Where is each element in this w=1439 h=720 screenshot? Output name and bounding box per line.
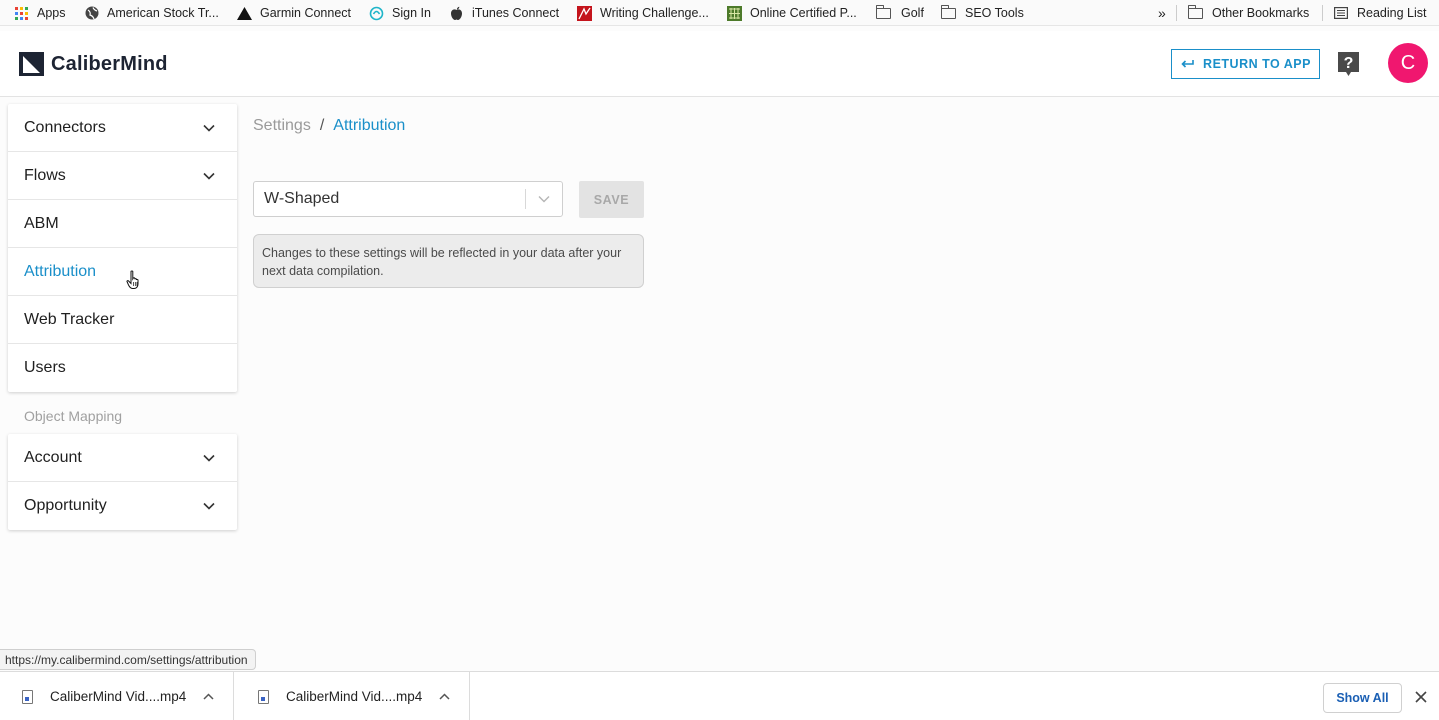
- bookmark-folder-golf[interactable]: Golf: [875, 0, 924, 26]
- return-arrow-icon: [1180, 56, 1194, 72]
- apps-grid-icon: [14, 6, 29, 21]
- sidebar-item-attribution[interactable]: Attribution: [8, 248, 237, 296]
- garmin-triangle-icon: [237, 6, 252, 21]
- chevron-down-icon: [201, 498, 217, 514]
- reading-list-icon: [1333, 6, 1348, 21]
- sign-in-swirl-icon: [369, 6, 384, 21]
- reading-list-button[interactable]: Reading List: [1333, 0, 1427, 26]
- globe-icon: [84, 6, 99, 21]
- show-all-downloads-button[interactable]: Show All: [1323, 683, 1402, 713]
- avatar[interactable]: C: [1388, 43, 1428, 83]
- svg-text:?: ?: [1344, 55, 1354, 72]
- sidebar-item-account[interactable]: Account: [8, 434, 237, 482]
- sidebar-item-web-tracker[interactable]: Web Tracker: [8, 296, 237, 344]
- sidebar-item-label: ABM: [24, 214, 59, 232]
- bookmarks-divider: [1176, 5, 1177, 21]
- app-header: CaliberMind RETURN TO APP ? C: [0, 31, 1439, 97]
- bookmark-label: Online Certified P...: [750, 6, 857, 20]
- chevron-up-icon[interactable]: [201, 693, 215, 700]
- settings-notice: Changes to these settings will be reflec…: [253, 234, 644, 288]
- bookmark-label: Garmin Connect: [260, 6, 352, 20]
- status-bar-url: https://my.calibermind.com/settings/attr…: [0, 649, 256, 670]
- avatar-letter: C: [1400, 51, 1416, 74]
- bookmark-garmin[interactable]: Garmin Connect: [237, 0, 351, 26]
- sidebar-item-abm[interactable]: ABM: [8, 200, 237, 248]
- return-to-app-button[interactable]: RETURN TO APP: [1171, 49, 1320, 79]
- bookmarks-overflow-button[interactable]: »: [1158, 0, 1166, 26]
- bookmark-sign-in[interactable]: Sign In: [369, 0, 431, 26]
- certified-icon: [727, 5, 742, 21]
- bookmark-apps[interactable]: Apps: [14, 0, 66, 26]
- bookmark-other-bookmarks[interactable]: Other Bookmarks: [1187, 0, 1310, 26]
- attribution-model-value: W-Shaped: [264, 190, 340, 207]
- sidebar-object-mapping-nav: Account Opportunity: [8, 434, 237, 530]
- hand-pointer-cursor-icon: [126, 270, 142, 295]
- sidebar-item-connectors[interactable]: Connectors: [8, 104, 237, 152]
- breadcrumb-separator: /: [319, 117, 325, 134]
- download-filename: CaliberMind Vid....mp4: [286, 689, 423, 704]
- bookmarks-bar: Apps American Stock Tr... Garmin Connect…: [0, 0, 1439, 26]
- bookmark-label: Reading List: [1357, 6, 1427, 20]
- bookmarks-divider: [1322, 5, 1323, 21]
- bookmark-online-certified[interactable]: Online Certified P...: [727, 0, 857, 26]
- folder-icon: [940, 4, 956, 21]
- bookmark-label: Other Bookmarks: [1212, 6, 1310, 20]
- bookmark-label: Sign In: [392, 6, 431, 20]
- folder-icon: [1187, 4, 1203, 21]
- bookmark-label: Apps: [37, 6, 66, 20]
- bookmark-label: American Stock Tr...: [107, 6, 219, 20]
- video-file-icon: [258, 689, 269, 704]
- writing-challenge-icon: [577, 5, 592, 21]
- logo-text: CaliberMind: [51, 52, 168, 75]
- download-item[interactable]: CaliberMind Vid....mp4: [0, 672, 234, 720]
- apple-icon: [449, 6, 464, 21]
- folder-icon: [875, 4, 891, 21]
- sidebar-item-label: Account: [24, 448, 82, 466]
- download-item[interactable]: CaliberMind Vid....mp4: [236, 672, 470, 720]
- close-icon[interactable]: [1412, 688, 1430, 706]
- sidebar-item-label: Users: [24, 359, 66, 376]
- breadcrumb: Settings / Attribution: [253, 117, 405, 135]
- sidebar-item-label: Opportunity: [24, 497, 107, 514]
- sidebar-item-opportunity[interactable]: Opportunity: [8, 482, 237, 530]
- sidebar-item-users[interactable]: Users: [8, 344, 237, 392]
- object-mapping-heading: Object Mapping: [24, 408, 123, 424]
- sidebar-item-label: Web Tracker: [24, 310, 115, 328]
- attribution-model-select[interactable]: W-Shaped: [253, 181, 563, 217]
- sidebar-item-label: Attribution: [24, 262, 97, 280]
- chevron-down-icon: [201, 120, 217, 136]
- video-file-icon: [22, 689, 33, 704]
- bookmark-label: Golf: [901, 6, 924, 20]
- breadcrumb-settings-link[interactable]: Settings: [253, 117, 311, 135]
- download-shelf: CaliberMind Vid....mp4 CaliberMind Vid..…: [0, 671, 1439, 720]
- chevron-down-icon: [201, 450, 217, 466]
- breadcrumb-current: Attribution: [333, 117, 406, 134]
- download-filename: CaliberMind Vid....mp4: [50, 689, 187, 704]
- chevron-down-icon[interactable]: [526, 195, 562, 203]
- calibermind-logo-icon: [19, 52, 44, 76]
- bookmark-american-stock[interactable]: American Stock Tr...: [84, 0, 219, 26]
- bookmark-itunes[interactable]: iTunes Connect: [449, 0, 559, 26]
- calibermind-logo[interactable]: CaliberMind: [19, 52, 168, 76]
- overflow-chevron: »: [1158, 5, 1166, 21]
- sidebar-item-flows[interactable]: Flows: [8, 152, 237, 200]
- sidebar-main-nav: Connectors Flows ABM Attribution Web Tra…: [8, 104, 237, 392]
- bookmark-label: iTunes Connect: [472, 6, 560, 20]
- sidebar-item-label: Connectors: [24, 118, 106, 136]
- chevron-down-icon: [201, 168, 217, 184]
- sidebar-item-label: Flows: [24, 166, 66, 184]
- bookmark-label: SEO Tools: [965, 6, 1024, 20]
- return-to-app-label: RETURN TO APP: [1203, 57, 1311, 71]
- bookmark-writing-challenge[interactable]: Writing Challenge...: [577, 0, 709, 26]
- save-button[interactable]: SAVE: [579, 181, 644, 218]
- bookmark-label: Writing Challenge...: [600, 6, 709, 20]
- chevron-up-icon[interactable]: [437, 693, 451, 700]
- question-mark-icon[interactable]: ?: [1336, 51, 1361, 77]
- bookmark-folder-seo-tools[interactable]: SEO Tools: [940, 0, 1024, 26]
